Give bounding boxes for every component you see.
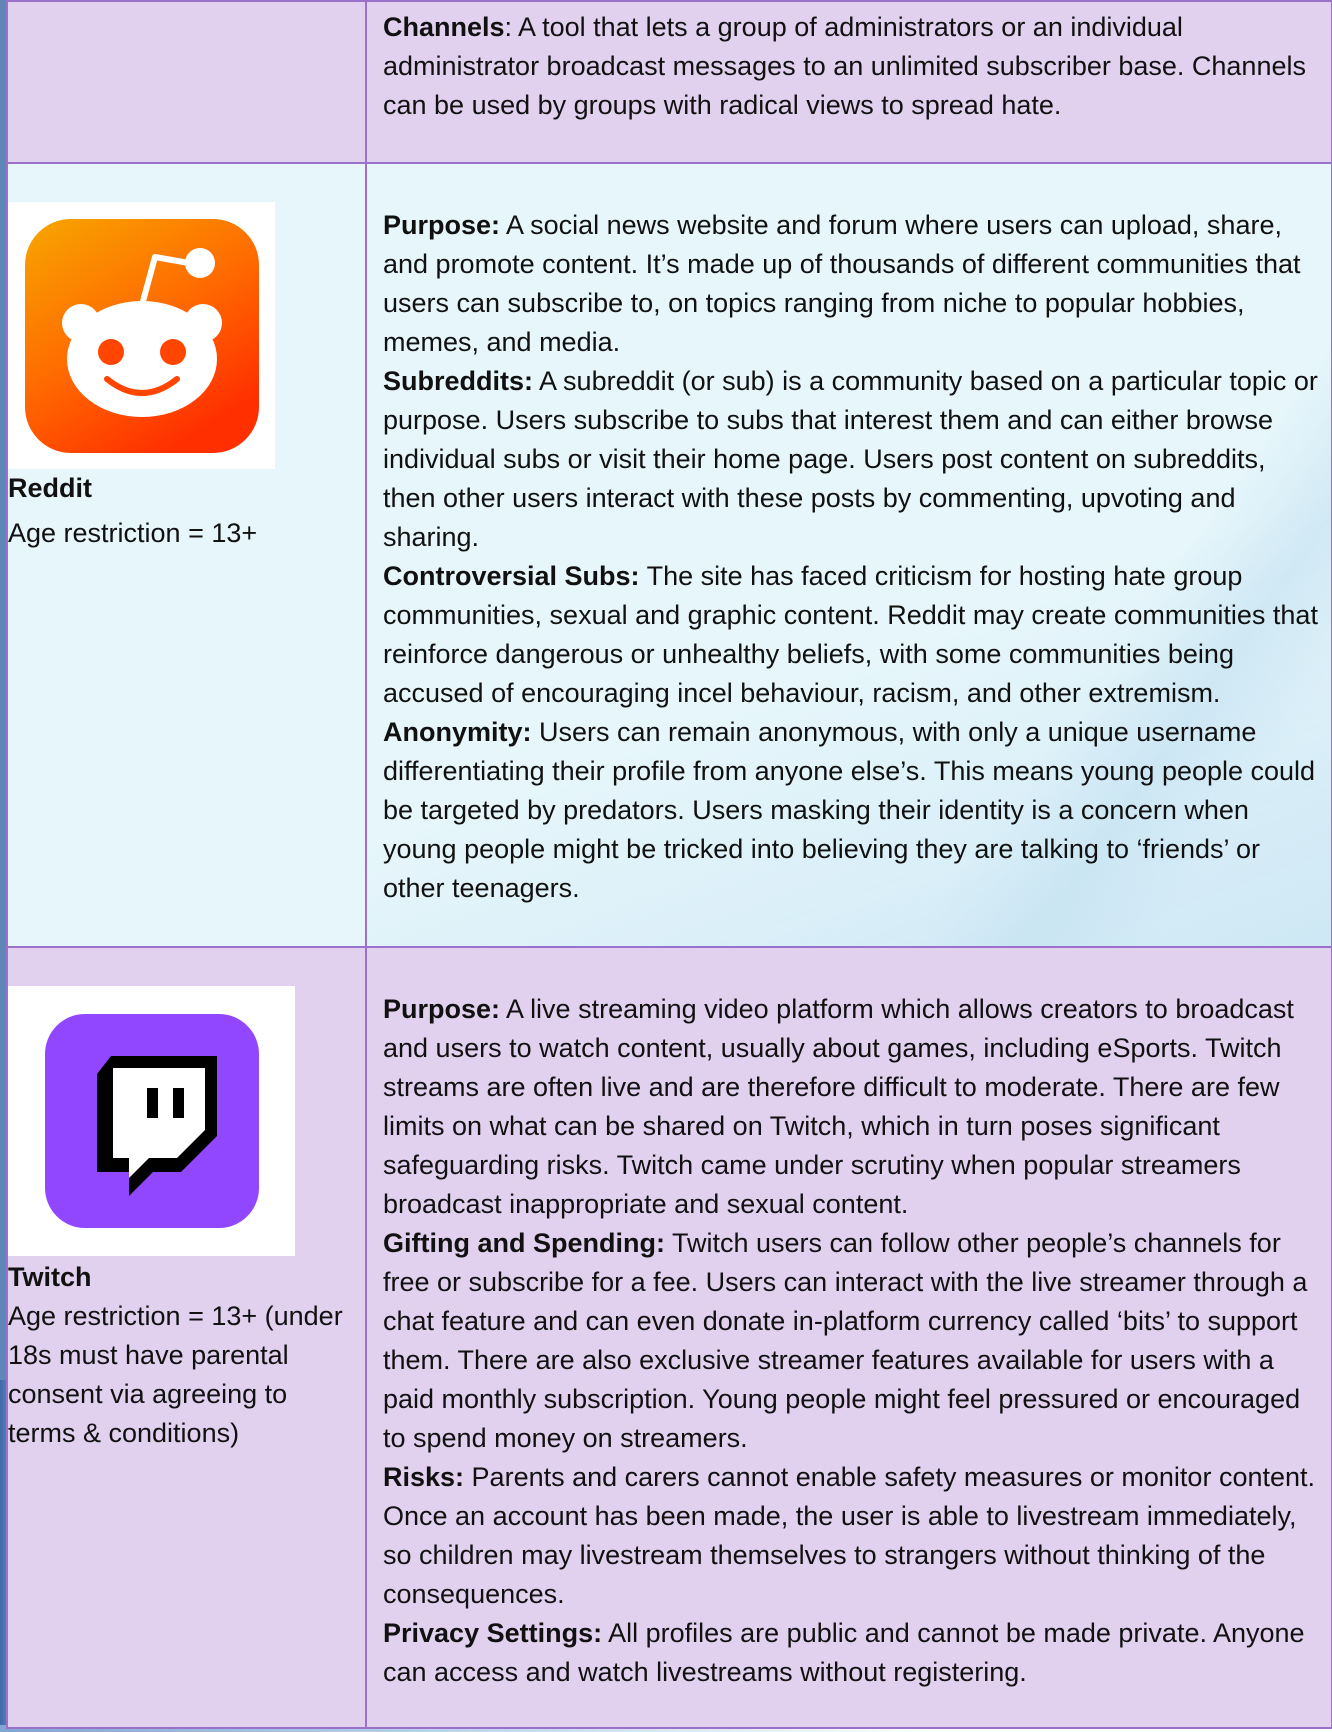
reddit-section-purpose: Purpose: A social news website and forum… bbox=[383, 206, 1321, 362]
app-cell-reddit: Reddit Age restriction = 13+ bbox=[6, 162, 367, 948]
apps-info-table: Channels: A tool that lets a group of ad… bbox=[6, 0, 1332, 1729]
content-cell-channels: Channels: A tool that lets a group of ad… bbox=[365, 0, 1332, 164]
twitch-glitch-icon bbox=[44, 1014, 259, 1228]
app-cell-twitch: Twitch Age restriction = 13+ (under 18s … bbox=[6, 946, 367, 1729]
reddit-logo bbox=[8, 202, 275, 469]
reddit-alien-icon bbox=[24, 218, 259, 453]
app-cell-empty bbox=[6, 0, 367, 164]
twitch-age-restriction: Age restriction = 13+ (under 18s must ha… bbox=[8, 1301, 343, 1448]
reddit-name: Reddit bbox=[8, 473, 92, 503]
section-text: A social news website and forum where us… bbox=[383, 210, 1301, 357]
channels-paragraph: Channels: A tool that lets a group of ad… bbox=[383, 8, 1321, 125]
section-label: Gifting and Spending: bbox=[383, 1228, 665, 1258]
table-row-channels: Channels: A tool that lets a group of ad… bbox=[6, 0, 1332, 164]
section-label: Risks: bbox=[383, 1462, 465, 1492]
table-row-twitch: Twitch Age restriction = 13+ (under 18s … bbox=[6, 946, 1332, 1729]
reddit-section-anonymity: Anonymity: Users can remain anonymous, w… bbox=[383, 713, 1321, 908]
content-cell-reddit: Purpose: A social news website and forum… bbox=[365, 162, 1332, 948]
section-text: Twitch users can follow other people’s c… bbox=[383, 1228, 1308, 1453]
reddit-section-subreddits: Subreddits: A subreddit (or sub) is a co… bbox=[383, 362, 1321, 557]
section-text: Parents and carers cannot enable safety … bbox=[383, 1462, 1316, 1609]
reddit-age-restriction: Age restriction = 13+ bbox=[8, 518, 258, 548]
channels-text: : A tool that lets a group of administra… bbox=[383, 12, 1306, 120]
section-label: Subreddits: bbox=[383, 366, 534, 396]
section-label: Purpose: bbox=[383, 994, 501, 1024]
twitch-section-risks: Risks: Parents and carers cannot enable … bbox=[383, 1458, 1321, 1614]
section-label: Purpose: bbox=[383, 210, 501, 240]
twitch-section-gifting-spending: Gifting and Spending: Twitch users can f… bbox=[383, 1224, 1321, 1458]
reddit-section-controversial-subs: Controversial Subs: The site has faced c… bbox=[383, 557, 1321, 713]
section-label: Privacy Settings: bbox=[383, 1618, 603, 1648]
channels-label: Channels bbox=[383, 12, 505, 42]
twitch-logo bbox=[8, 986, 295, 1256]
twitch-section-privacy-settings: Privacy Settings: All profiles are publi… bbox=[383, 1614, 1321, 1692]
content-cell-twitch: Purpose: A live streaming video platform… bbox=[365, 946, 1332, 1729]
section-label: Anonymity: bbox=[383, 717, 532, 747]
section-label: Controversial Subs: bbox=[383, 561, 640, 591]
table-row-reddit: Reddit Age restriction = 13+ Purpose: A … bbox=[6, 162, 1332, 948]
twitch-section-purpose: Purpose: A live streaming video platform… bbox=[383, 990, 1321, 1224]
twitch-name: Twitch bbox=[8, 1262, 92, 1292]
section-text: A live streaming video platform which al… bbox=[383, 994, 1294, 1219]
